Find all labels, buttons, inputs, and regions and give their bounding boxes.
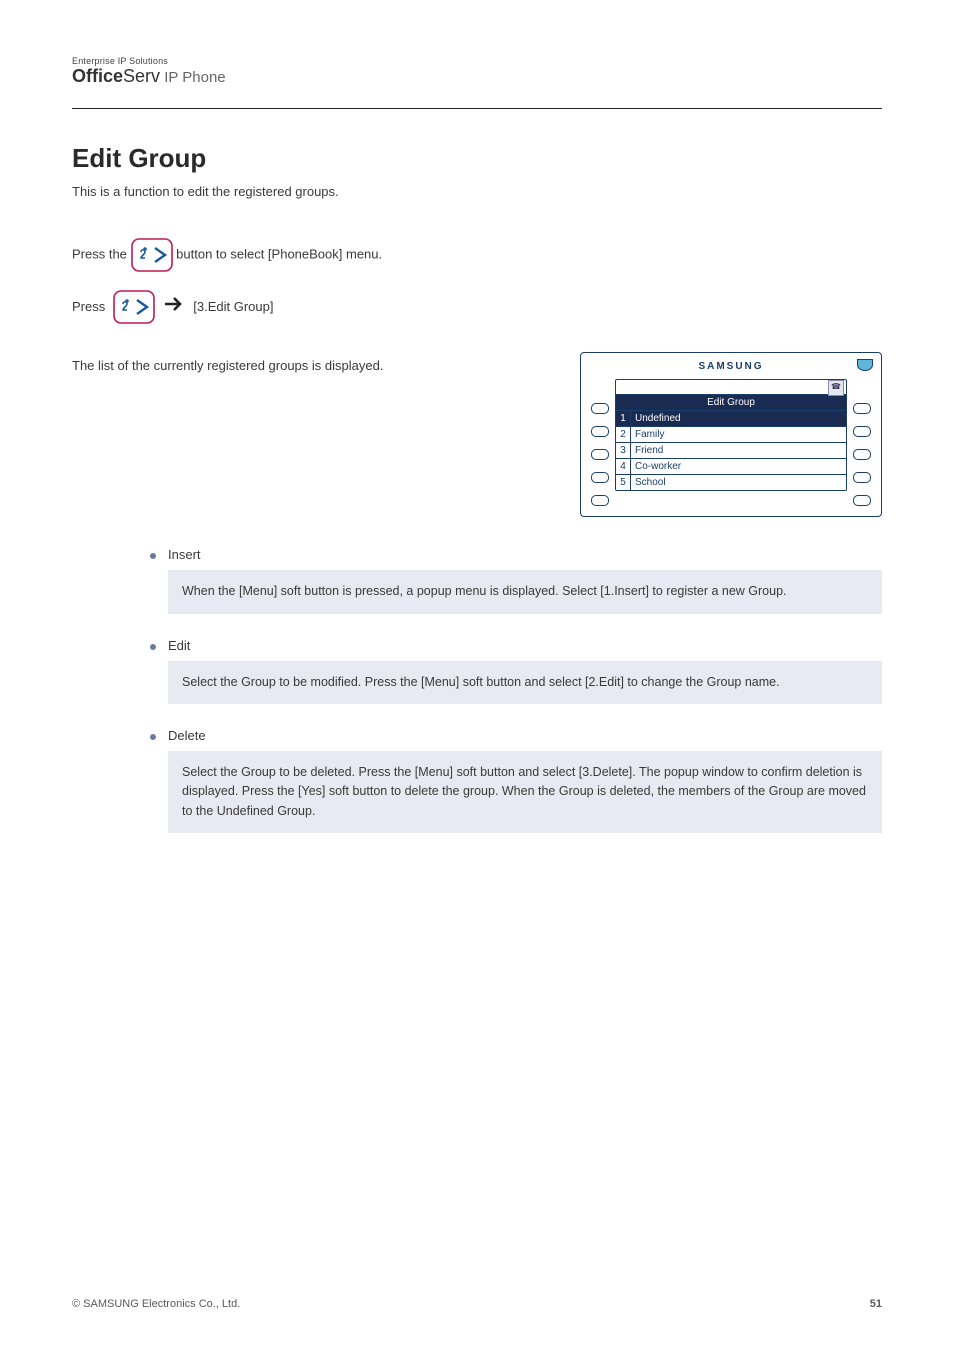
softkey-button[interactable] xyxy=(853,426,871,437)
softkey-button[interactable] xyxy=(591,403,609,414)
softkey-button[interactable] xyxy=(853,403,871,414)
list-item-num: 2 xyxy=(616,426,631,442)
operation-head: Delete xyxy=(150,728,882,743)
operation-title: Delete xyxy=(168,728,206,743)
footer-copyright: © SAMSUNG Electronics Co., Ltd. xyxy=(72,1298,240,1310)
step-1-text-a: Press the xyxy=(72,247,131,262)
list-item-label: School xyxy=(631,474,846,490)
footer-page-number: 51 xyxy=(870,1298,882,1310)
list-item-label: Family xyxy=(631,426,846,442)
operation-insert: Insert When the [Menu] soft button is pr… xyxy=(150,547,882,613)
page-footer: © SAMSUNG Electronics Co., Ltd. 51 xyxy=(72,1298,882,1310)
brand-mid: Serv xyxy=(123,66,160,86)
page: Enterprise IP Solutions OfficeServ IP Ph… xyxy=(0,0,954,1348)
section-intro: This is a function to edit the registere… xyxy=(72,182,882,202)
step-1-text-b: button to select [PhoneBook] menu. xyxy=(176,247,382,262)
status-icon: ☎ xyxy=(828,380,844,396)
softkey-button[interactable] xyxy=(853,449,871,460)
brand-block: Enterprise IP Solutions OfficeServ IP Ph… xyxy=(72,56,226,87)
operation-head: Insert xyxy=(150,547,882,562)
operation-title: Edit xyxy=(168,638,190,653)
list-item-num: 1 xyxy=(616,410,631,426)
phonebook-key-icon xyxy=(113,290,155,324)
phonebook-key-icon xyxy=(131,238,173,272)
list-item[interactable]: 5 School xyxy=(616,474,846,490)
operation-edit: Edit Select the Group to be modified. Pr… xyxy=(150,638,882,704)
phone-top: SAMSUNG xyxy=(591,361,871,379)
operation-delete: Delete Select the Group to be deleted. P… xyxy=(150,728,882,833)
softkey-button[interactable] xyxy=(591,426,609,437)
step-3-left: The list of the currently registered gro… xyxy=(72,352,562,380)
list-item-label: Friend xyxy=(631,442,846,458)
operation-head: Edit xyxy=(150,638,882,653)
step-3-illustration: SAMSUNG ☎ xyxy=(580,352,882,517)
list-item-num: 5 xyxy=(616,474,631,490)
lcd-title: Edit Group xyxy=(616,394,846,410)
list-item-num: 4 xyxy=(616,458,631,474)
softkey-button[interactable] xyxy=(591,472,609,483)
phone-screen: SAMSUNG ☎ xyxy=(580,352,882,517)
operations-list: Insert When the [Menu] soft button is pr… xyxy=(72,547,882,833)
phone-brand: SAMSUNG xyxy=(591,361,871,372)
phone-inner: ☎ Edit Group 1 Undefined 2 Family xyxy=(591,379,871,506)
list-item[interactable]: 1 Undefined xyxy=(616,410,846,426)
softkey-button[interactable] xyxy=(853,495,871,506)
bullet-icon xyxy=(150,734,156,740)
step-1: Press the button to select [PhoneBook] m… xyxy=(72,238,882,272)
brand-suffix: IP Phone xyxy=(160,69,226,86)
step-2: Press [3.Edit Group] xyxy=(72,290,882,324)
step-3-row: The list of the currently registered gro… xyxy=(72,352,882,517)
operation-title: Insert xyxy=(168,547,201,562)
list-item[interactable]: 3 Friend xyxy=(616,442,846,458)
list-item-label: Undefined xyxy=(631,410,846,426)
step-2-text-a: Press xyxy=(72,297,105,317)
left-softkeys xyxy=(591,379,609,506)
bullet-icon xyxy=(150,553,156,559)
brand-topline: Enterprise IP Solutions xyxy=(72,56,226,66)
softkey-button[interactable] xyxy=(853,472,871,483)
arrow-right-icon xyxy=(163,295,185,319)
list-item[interactable]: 4 Co-worker xyxy=(616,458,846,474)
lcd-statusbar: ☎ xyxy=(616,380,846,394)
operation-body: When the [Menu] soft button is pressed, … xyxy=(168,570,882,613)
list-item-num: 3 xyxy=(616,442,631,458)
list-item-label: Co-worker xyxy=(631,458,846,474)
step-2-text-b: [3.Edit Group] xyxy=(193,297,273,317)
content: Edit Group This is a function to edit th… xyxy=(72,109,882,833)
operation-body: Select the Group to be deleted. Press th… xyxy=(168,751,882,833)
page-header: Enterprise IP Solutions OfficeServ IP Ph… xyxy=(72,56,882,108)
operation-body: Select the Group to be modified. Press t… xyxy=(168,661,882,704)
softkey-button[interactable] xyxy=(591,449,609,460)
section-title: Edit Group xyxy=(72,143,882,174)
lcd-list: 1 Undefined 2 Family 3 Friend xyxy=(616,410,846,490)
brand-line: OfficeServ IP Phone xyxy=(72,66,226,87)
bullet-icon xyxy=(150,644,156,650)
brand-bold: Office xyxy=(72,66,123,86)
right-softkeys xyxy=(853,379,871,506)
list-item[interactable]: 2 Family xyxy=(616,426,846,442)
lcd: ☎ Edit Group 1 Undefined 2 Family xyxy=(615,379,847,491)
softkey-button[interactable] xyxy=(591,495,609,506)
step-3-text: The list of the currently registered gro… xyxy=(72,356,562,376)
